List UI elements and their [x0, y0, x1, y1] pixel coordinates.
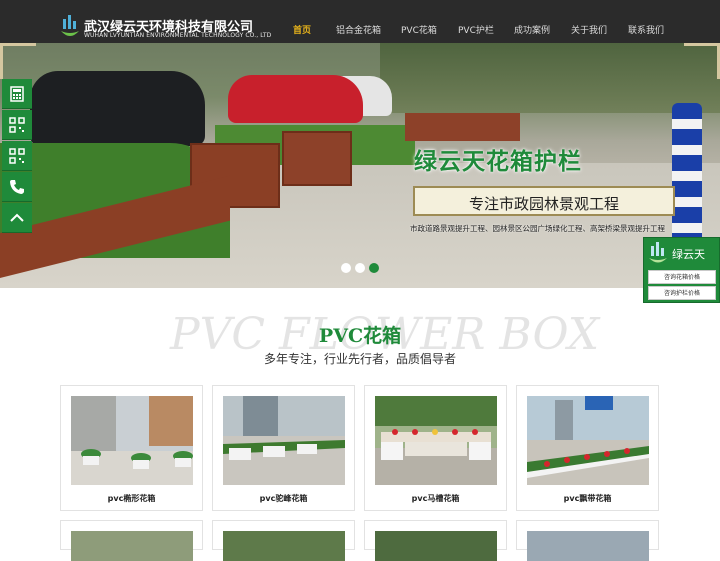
site-header: 武汉绿云天环境科技有限公司 WUHAN LVYUNTIAN ENVIRONMEN… [0, 0, 720, 43]
nav-about[interactable]: 关于我们 [571, 23, 607, 36]
banner-tagline: 市政道路景观提升工程、园林景区公园广场绿化工程、高架桥梁景观提升工程 [410, 224, 665, 233]
product-card[interactable]: pvc驼峰花箱 [212, 385, 355, 511]
left-float-bar [2, 79, 32, 235]
banner-subhead-box: 专注市政园林景观工程 [413, 186, 675, 216]
product-image [71, 531, 193, 561]
chevron-up-icon [10, 213, 24, 222]
product-image [71, 396, 193, 485]
product-caption[interactable]: pvc驼峰花箱 [213, 493, 354, 504]
banner-planter-mid [282, 131, 352, 186]
logo-icon [649, 242, 667, 263]
product-card[interactable]: pvc椭形花箱 [60, 385, 203, 511]
logo-icon[interactable] [60, 13, 80, 41]
product-card[interactable]: pvc飘带花箱 [516, 385, 659, 511]
banner-frame-corner [0, 43, 36, 79]
nav-aluminum-flower-box[interactable]: 铝合金花箱 [336, 23, 381, 36]
qrcode-button[interactable] [2, 110, 32, 140]
product-card[interactable] [364, 520, 507, 561]
calculator-button[interactable] [2, 79, 32, 109]
nav-pvc-flower-box[interactable]: PVC花箱 [401, 23, 437, 36]
consult-widget-title: 绿云天 [672, 248, 705, 261]
product-card[interactable] [60, 520, 203, 561]
company-name-en: WUHAN LVYUNTIAN ENVIRONMENTAL TECHNOLOGY… [84, 32, 272, 39]
consult-guardrail-price-button[interactable]: 咨询护栏价格 [648, 286, 716, 300]
product-caption[interactable]: pvc马槽花箱 [365, 493, 506, 504]
slide-dot-1[interactable] [341, 263, 351, 273]
section-subtitle: 多年专注，行业先行者，品质倡导者 [263, 352, 456, 366]
product-image [223, 531, 345, 561]
product-card[interactable] [212, 520, 355, 561]
product-image [375, 531, 497, 561]
product-image [375, 396, 497, 485]
section-title: PVC花箱 [318, 325, 402, 347]
banner-car-black [30, 71, 205, 146]
hero-banner[interactable]: 绿云天花箱护栏 专注市政园林景观工程 市政道路景观提升工程、园林景区公园广场绿化… [0, 43, 720, 288]
product-card[interactable]: pvc马槽花箱 [364, 385, 507, 511]
qrcode-icon [9, 148, 25, 164]
phone-icon [10, 180, 24, 194]
banner-subhead: 专注市政园林景观工程 [468, 195, 619, 213]
banner-frame-corner [684, 43, 720, 79]
slide-dot-3[interactable] [369, 263, 379, 273]
qrcode-icon [9, 117, 25, 133]
slide-dot-2[interactable] [355, 263, 365, 273]
banner-planter-far [405, 113, 520, 141]
consult-flowerbox-price-button[interactable]: 咨询花箱价格 [648, 270, 716, 284]
nav-cases[interactable]: 成功案例 [514, 23, 550, 36]
qrcode-button[interactable] [2, 141, 32, 171]
calculator-icon [10, 86, 24, 102]
product-image [527, 531, 649, 561]
phone-button[interactable] [2, 172, 32, 202]
banner-headline: 绿云天花箱护栏 [414, 149, 582, 175]
back-to-top-button[interactable] [2, 203, 32, 233]
nav-home[interactable]: 首页 [293, 23, 311, 36]
product-caption[interactable]: pvc飘带花箱 [517, 493, 658, 504]
product-caption[interactable]: pvc椭形花箱 [61, 493, 202, 504]
consult-widget: 绿云天 咨询花箱价格 咨询护栏价格 [643, 237, 720, 303]
banner-car-red [228, 75, 363, 123]
nav-pvc-guardrail[interactable]: PVC护栏 [458, 23, 494, 36]
product-image [527, 396, 649, 485]
product-card[interactable] [516, 520, 659, 561]
product-image [223, 396, 345, 485]
banner-trees [380, 43, 720, 113]
nav-contact[interactable]: 联系我们 [628, 23, 664, 36]
